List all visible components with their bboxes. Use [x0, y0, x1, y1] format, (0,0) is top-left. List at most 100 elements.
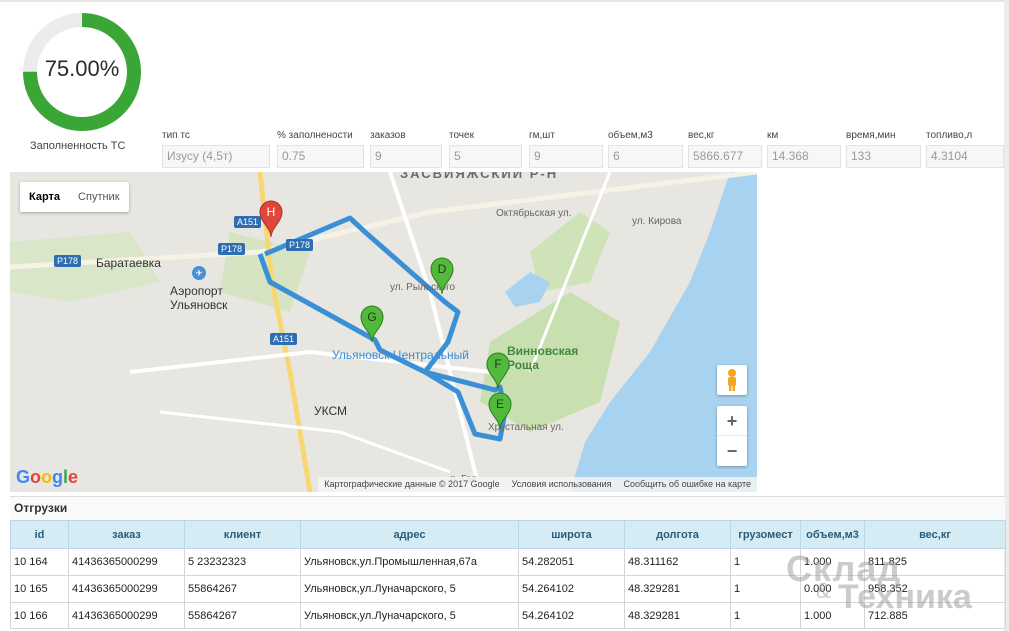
cell-longitude: 48.329281: [624, 602, 731, 629]
stat-time: время,мин 133: [846, 128, 921, 168]
map-type-switcher: Карта Спутник: [20, 182, 129, 212]
cell-client: 55864267: [184, 575, 301, 603]
stat-label: топливо,л: [926, 130, 973, 141]
cell-volume: 0.000: [800, 575, 865, 603]
stat-distance: км 14.368: [767, 128, 841, 168]
map-marker-e[interactable]: E: [488, 392, 512, 430]
map-footer: Картографические данные © 2017 Google Ус…: [318, 477, 757, 492]
gauge-caption: Заполненность ТС: [30, 140, 126, 152]
column-header[interactable]: грузомест: [730, 520, 801, 549]
road-shield: А151: [270, 333, 298, 345]
svg-text:F: F: [494, 357, 501, 371]
stat-field[interactable]: 4.3104: [926, 145, 1004, 168]
stat-fill-percent: % заполнености 0.75: [277, 128, 364, 168]
stat-vehicle-type: тип тс Изусу (4,5т): [162, 128, 270, 168]
stat-field[interactable]: 0.75: [277, 145, 364, 168]
cell-order: 41436365000299: [68, 602, 185, 629]
stat-field[interactable]: 9: [370, 145, 442, 168]
cell-address: Ульяновск,ул.Луначарского, 5: [300, 575, 519, 603]
route-map[interactable]: Карта Спутник ЗАСВИЯЖСКИЙ Р-Н Баратаевка…: [10, 172, 757, 492]
stat-label: вес,кг: [688, 130, 715, 141]
cell-client: 55864267: [184, 602, 301, 629]
stat-label: заказов: [370, 130, 406, 141]
stat-field[interactable]: 6: [608, 145, 683, 168]
table-row[interactable]: 10 165 41436365000299 55864267 Ульяновск…: [10, 575, 1006, 603]
cell-cargo-places: 1: [730, 602, 801, 629]
cell-address: Ульяновск,ул.Луначарского, 5: [300, 602, 519, 629]
cell-id: 10 166: [10, 602, 69, 629]
cell-latitude: 54.264102: [518, 575, 625, 603]
stat-weight: вес,кг 5866.677: [688, 128, 762, 168]
map-type-satellite-button[interactable]: Спутник: [69, 182, 128, 212]
map-marker-g[interactable]: G: [360, 305, 384, 343]
map-type-map-button[interactable]: Карта: [20, 182, 69, 212]
stat-label: % заполнености: [277, 130, 353, 141]
stat-points: точек 5: [449, 128, 522, 168]
map-label-grove: Винновская Роща: [507, 344, 579, 372]
cell-weight: 958.352: [864, 575, 1006, 603]
street-view-pegman-icon[interactable]: [717, 365, 747, 395]
map-terms-link[interactable]: Условия использования: [506, 477, 618, 492]
map-marker-f[interactable]: F: [486, 352, 510, 390]
column-header[interactable]: объем,м3: [800, 520, 865, 549]
svg-text:E: E: [496, 397, 504, 411]
map-label-airport: Аэропорт Ульяновск: [170, 284, 228, 312]
zoom-in-button[interactable]: +: [717, 406, 747, 436]
column-header[interactable]: адрес: [300, 520, 519, 549]
map-report-link[interactable]: Сообщить об ошибке на карте: [618, 477, 757, 492]
stat-label: точек: [449, 130, 474, 141]
cell-latitude: 54.264102: [518, 602, 625, 629]
map-copyright: Картографические данные © 2017 Google: [324, 479, 500, 489]
cell-latitude: 54.282051: [518, 548, 625, 576]
cell-weight: 811.825: [864, 548, 1006, 576]
stat-field[interactable]: 14.368: [767, 145, 841, 168]
cell-id: 10 165: [10, 575, 69, 603]
column-header[interactable]: долгота: [624, 520, 731, 549]
zoom-control: + −: [717, 406, 747, 466]
cell-volume: 1.000: [800, 602, 865, 629]
cell-order: 41436365000299: [68, 548, 185, 576]
google-logo: Google: [16, 467, 79, 487]
column-header[interactable]: вес,кг: [864, 520, 1006, 549]
column-header[interactable]: широта: [518, 520, 625, 549]
stat-label: объем,м3: [608, 130, 653, 141]
svg-text:H: H: [267, 205, 276, 219]
cell-volume: 1.000: [800, 548, 865, 576]
stat-field[interactable]: 5866.677: [688, 145, 762, 168]
road-shield: А151: [234, 216, 262, 228]
stat-field[interactable]: Изусу (4,5т): [162, 145, 270, 168]
table-row[interactable]: 10 164 41436365000299 5 23232323 Ульянов…: [10, 548, 1006, 576]
column-header[interactable]: id: [10, 520, 69, 549]
stat-field[interactable]: 133: [846, 145, 921, 168]
cell-longitude: 48.329281: [624, 575, 731, 603]
cell-longitude: 48.311162: [624, 548, 731, 576]
stat-field[interactable]: 9: [529, 145, 603, 168]
stat-volume: объем,м3 6: [608, 128, 683, 168]
cell-client: 5 23232323: [184, 548, 301, 576]
stat-field[interactable]: 5: [449, 145, 522, 168]
stat-orders: заказов 9: [370, 128, 442, 168]
road-shield: Р178: [218, 243, 246, 255]
column-header[interactable]: заказ: [68, 520, 185, 549]
map-label-district: ЗАСВИЯЖСКИЙ Р-Н: [400, 172, 559, 181]
cell-cargo-places: 1: [730, 548, 801, 576]
map-label-kirova-st: ул. Кирова: [632, 216, 682, 227]
stat-cargo-units: гм,шт 9: [529, 128, 603, 168]
top-divider: [0, 0, 1009, 2]
stat-label: тип тс: [162, 130, 190, 141]
road-shield: Р178: [54, 255, 82, 267]
map-marker-d[interactable]: D: [430, 257, 454, 295]
svg-text:G: G: [367, 310, 376, 324]
stat-label: время,мин: [846, 130, 896, 141]
column-header[interactable]: клиент: [184, 520, 301, 549]
airport-icon: ✈: [192, 266, 206, 280]
table-row[interactable]: 10 166 41436365000299 55864267 Ульяновск…: [10, 602, 1006, 629]
cell-cargo-places: 1: [730, 575, 801, 603]
map-marker-h[interactable]: H: [259, 200, 283, 238]
map-label-barataevka: Баратаевка: [96, 256, 161, 270]
zoom-out-button[interactable]: −: [717, 436, 747, 466]
table-header-row: id заказ клиент адрес широта долгота гру…: [10, 520, 1006, 549]
cell-id: 10 164: [10, 548, 69, 576]
stat-label: км: [767, 130, 779, 141]
cell-address: Ульяновск,ул.Промышленная,67а: [300, 548, 519, 576]
